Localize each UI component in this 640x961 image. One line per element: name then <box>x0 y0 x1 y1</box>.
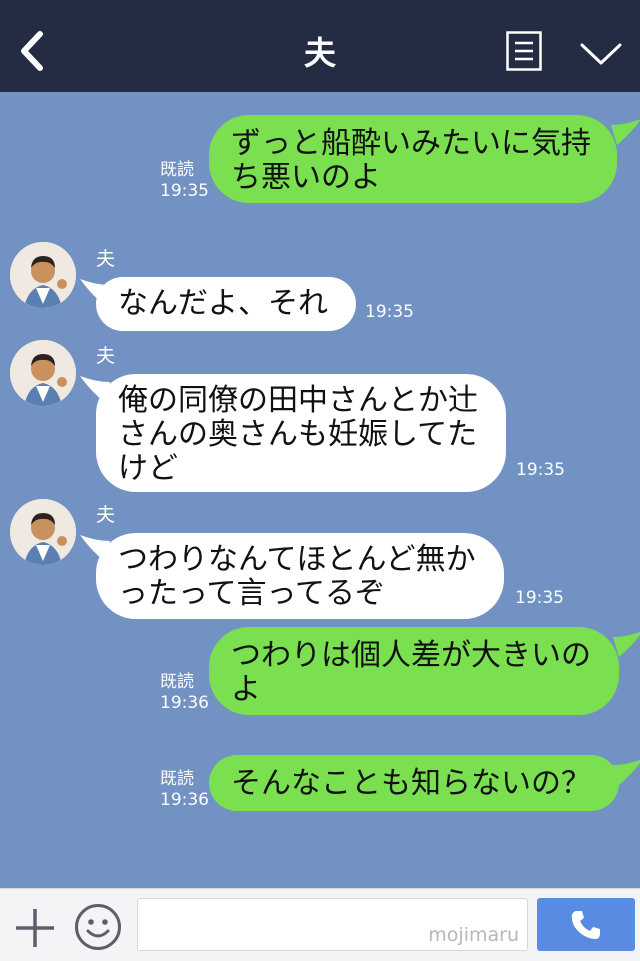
message-line: ったって言ってるぞ <box>118 576 385 611</box>
read-receipt: 既読 <box>160 160 194 180</box>
call-button[interactable] <box>537 898 635 951</box>
read-receipt: 既読 <box>160 769 194 789</box>
bubble-tail <box>613 760 640 785</box>
message-line: ち悪いのよ <box>231 160 381 195</box>
message-meta: 既読 19:35 <box>160 160 209 202</box>
message-bubble-outgoing[interactable]: つわりは個人差が大きいの よ <box>209 627 640 715</box>
plus-icon[interactable] <box>14 907 56 949</box>
message-line: そんなことも知らないの？ <box>231 766 591 801</box>
message-line: 俺の同僚の田中さんとか辻 <box>118 383 478 418</box>
message-time: 19:36 <box>160 790 209 810</box>
avatar-image <box>10 242 76 308</box>
message-time: 19:35 <box>516 460 565 480</box>
bubble-tail <box>613 632 640 657</box>
message-line: よ <box>231 672 261 707</box>
message-meta: 既読 19:36 <box>160 769 209 811</box>
chat-header: 夫 <box>0 0 640 92</box>
sender-name: 夫 <box>96 248 116 270</box>
message-bubble-outgoing[interactable]: ずっと船酔いみたいに気持 ち悪いのよ <box>209 115 640 203</box>
emoji-icon[interactable] <box>74 903 122 951</box>
message-time: 19:35 <box>515 588 564 608</box>
avatar-image <box>10 499 76 565</box>
bubble-tail <box>611 119 640 145</box>
message-bubble-incoming[interactable]: つわりなんてほとんど無か ったって言ってるぞ <box>80 533 504 619</box>
avatar[interactable] <box>10 242 76 308</box>
avatar[interactable] <box>10 340 76 406</box>
read-receipt: 既読 <box>160 672 194 692</box>
message-line: なんだよ、それ <box>118 286 328 321</box>
chat-title: 夫 <box>303 34 336 72</box>
message-list[interactable]: 既読 19:35 ずっと船酔いみたいに気持 ち悪いのよ 夫 なんだよ、それ 19… <box>0 92 640 888</box>
sender-name: 夫 <box>96 345 116 367</box>
message-bubble-outgoing[interactable]: そんなことも知らないの？ <box>209 755 640 811</box>
message-time: 19:35 <box>160 181 209 201</box>
bubble-tail <box>80 279 110 305</box>
message-time: 19:35 <box>365 302 414 322</box>
message-meta: 既読 19:36 <box>160 672 209 714</box>
avatar[interactable] <box>10 499 76 565</box>
message-line: つわりは個人差が大きいの <box>231 638 591 673</box>
message-line: けど <box>118 451 178 486</box>
watermark: mojimaru <box>428 924 519 946</box>
bubble-tail <box>80 535 110 561</box>
message-line: ずっと船酔いみたいに気持 <box>231 126 591 161</box>
message-line: さんの奥さんも妊娠してた <box>118 417 478 452</box>
avatar-image <box>10 340 76 406</box>
message-bubble-incoming[interactable]: 俺の同僚の田中さんとか辻 さんの奥さんも妊娠してた けど <box>80 374 506 492</box>
sender-name: 夫 <box>96 504 116 526</box>
notes-icon[interactable] <box>506 31 542 71</box>
message-line: つわりなんてほとんど無か <box>118 542 476 577</box>
chevron-down-icon[interactable] <box>579 41 623 67</box>
bubble-tail <box>80 376 110 402</box>
message-input[interactable]: mojimaru <box>137 898 528 951</box>
input-bar: mojimaru <box>0 888 640 961</box>
message-bubble-incoming[interactable]: なんだよ、それ <box>80 277 356 331</box>
message-time: 19:36 <box>160 693 209 713</box>
phone-icon <box>571 911 600 939</box>
